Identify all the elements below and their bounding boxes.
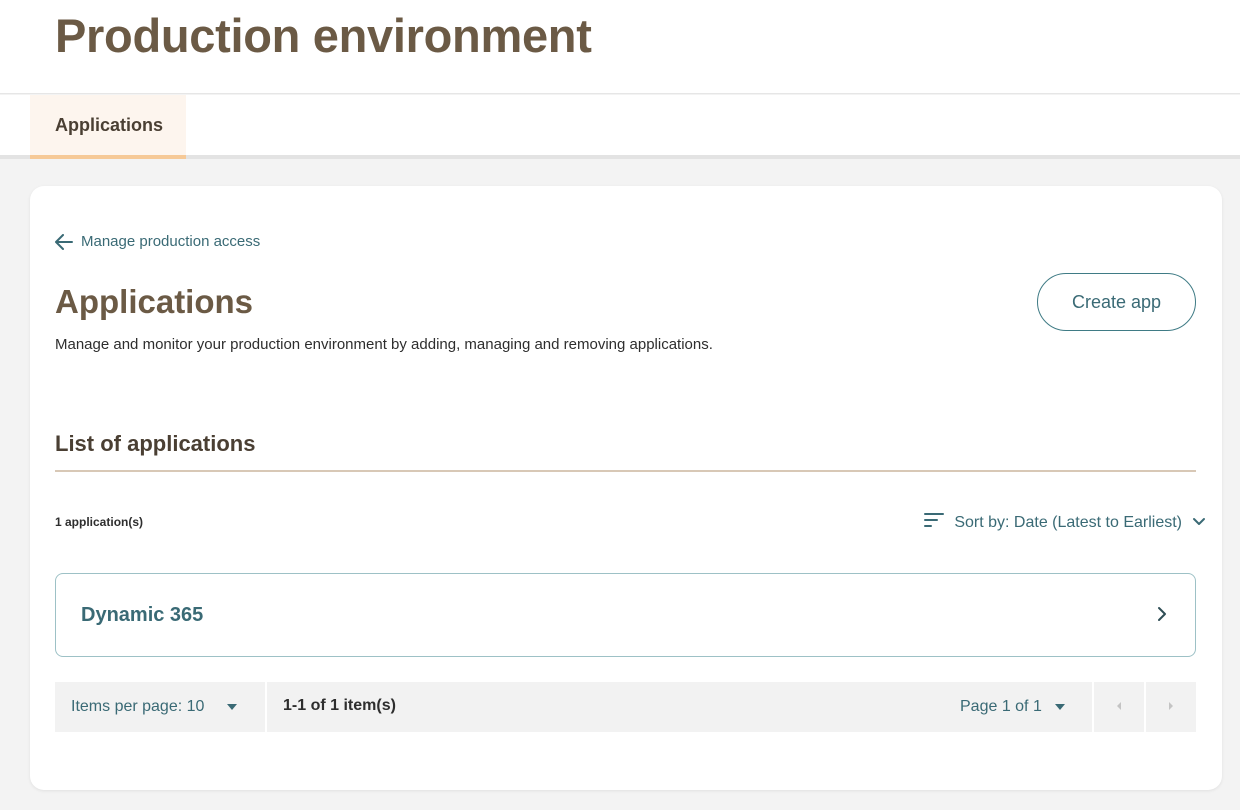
tab-bar: Applications: [0, 95, 1240, 159]
applications-card: Manage production access Applications Ma…: [30, 186, 1222, 790]
tab-applications[interactable]: Applications: [30, 95, 186, 159]
pagination-bar: Items per page: 10 1-1 of 1 item(s) Page…: [55, 682, 1196, 732]
back-link-label: Manage production access: [81, 233, 261, 250]
tab-label: Applications: [55, 115, 164, 135]
item-range: 1-1 of 1 item(s): [283, 697, 396, 714]
previous-page-button[interactable]: [1094, 682, 1144, 732]
list-divider: [55, 470, 1196, 472]
pagination-divider: [265, 682, 267, 732]
page-title: Production environment: [55, 9, 592, 62]
chevron-right-icon: [1157, 606, 1167, 627]
section-description: Manage and monitor your production envir…: [55, 336, 713, 353]
application-count: 1 application(s): [55, 515, 144, 529]
caret-right-icon: [1168, 698, 1174, 716]
items-per-page-label: Items per page: 10: [71, 698, 205, 715]
sort-dropdown[interactable]: Sort by: Date (Latest to Earliest): [924, 512, 1206, 533]
section-title: Applications: [55, 283, 254, 320]
create-app-button[interactable]: Create app: [1037, 273, 1196, 331]
page-label: Page 1 of 1: [960, 698, 1042, 715]
caret-down-icon: [226, 698, 238, 716]
page-select[interactable]: Page 1 of 1: [960, 682, 1066, 732]
items-per-page-select[interactable]: Items per page: 10: [55, 682, 265, 732]
arrow-left-icon: [55, 233, 73, 250]
page-header: Production environment: [0, 0, 1240, 94]
list-title: List of applications: [55, 431, 256, 456]
caret-left-icon: [1116, 698, 1122, 716]
manage-production-access-link[interactable]: Manage production access: [55, 233, 260, 250]
chevron-down-icon: [1192, 514, 1206, 532]
caret-down-icon: [1054, 698, 1066, 716]
application-name: Dynamic 365: [81, 604, 204, 626]
application-row[interactable]: Dynamic 365: [55, 573, 1196, 657]
sort-label: Sort by: Date (Latest to Earliest): [954, 513, 1182, 531]
next-page-button[interactable]: [1146, 682, 1196, 732]
sort-icon: [924, 512, 945, 533]
